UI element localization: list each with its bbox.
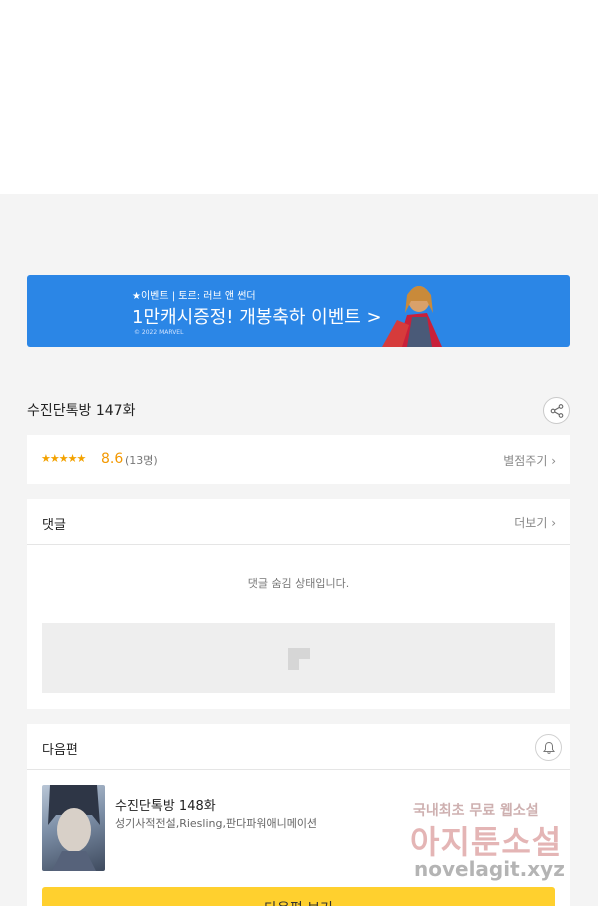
event-banner[interactable]: ★이벤트 | 토르: 러브 앤 썬더 1만캐시증정! 개봉축하 이벤트 > © … xyxy=(27,275,570,347)
rating-panel: ★★★★★ 8.6 (13명) 별점주기 › xyxy=(27,435,570,484)
next-episode-authors: 성기사적전설,Riesling,판다파워애니메이션 xyxy=(115,817,318,830)
banner-headline: 1만캐시증정! 개봉축하 이벤트 > xyxy=(132,307,382,328)
comment-section: 댓글 더보기 › 댓글 숨김 상태입니다. xyxy=(27,499,570,709)
share-icon xyxy=(550,403,563,418)
banner-hero-image xyxy=(382,286,442,347)
next-episode-title[interactable]: 수진단톡방 148화 xyxy=(115,795,216,814)
next-episode-header: 다음편 xyxy=(27,724,570,770)
rate-button[interactable]: 별점주기 › xyxy=(503,452,556,469)
placeholder-image-icon xyxy=(288,648,310,670)
next-episode-button[interactable]: 다음편 보기 xyxy=(42,887,555,906)
share-button[interactable] xyxy=(543,397,570,424)
ad-placeholder xyxy=(42,623,555,693)
notify-button[interactable] xyxy=(535,734,562,761)
banner-copyright: © 2022 MARVEL xyxy=(134,329,184,336)
rating-count: (13명) xyxy=(125,454,158,467)
rating-score: 8.6 xyxy=(101,451,124,467)
content-area-blank xyxy=(0,0,598,194)
episode-title: 수진단톡방 147화 xyxy=(27,403,136,419)
bell-icon xyxy=(542,741,555,754)
comment-header: 댓글 더보기 › xyxy=(27,499,570,545)
next-episode-label: 다음편 xyxy=(42,743,78,758)
comment-hidden-message: 댓글 숨김 상태입니다. xyxy=(247,577,350,590)
next-episode-thumbnail[interactable] xyxy=(42,785,105,871)
thumbnail-art xyxy=(48,785,100,871)
rating-stars: ★★★★★ xyxy=(41,452,86,465)
watermark-url: novelagit.xyz xyxy=(414,857,565,881)
comment-more-link[interactable]: 더보기 › xyxy=(514,514,556,531)
site-watermark: 국내최초 무료 웹소설 아지툰소설 novelagit.xyz xyxy=(410,800,580,884)
comment-label: 댓글 xyxy=(42,518,66,533)
banner-tag: ★이벤트 | 토르: 러브 앤 썬더 xyxy=(132,291,256,302)
